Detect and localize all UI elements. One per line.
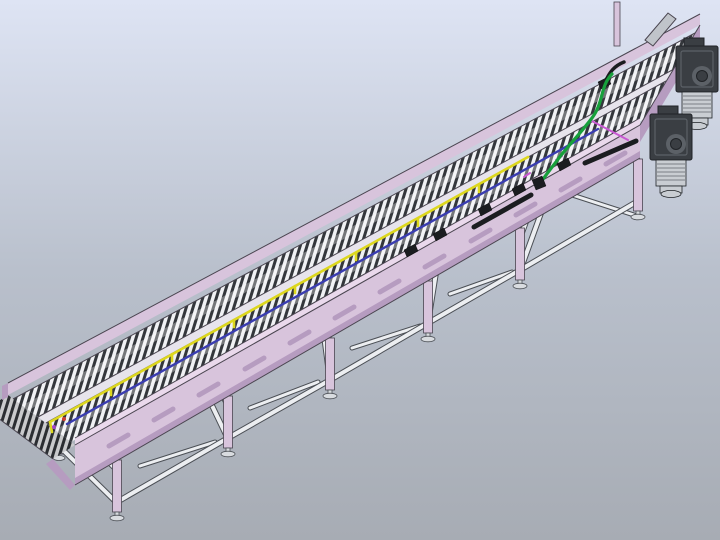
end-guard-post <box>614 2 620 46</box>
drive-motor-2 <box>650 106 692 198</box>
motor-end-cap <box>661 190 681 197</box>
cable-end-marker-red <box>62 417 66 421</box>
conveyor-3d-model[interactable] <box>0 0 720 540</box>
cable-end-marker-purple <box>52 425 56 429</box>
cad-viewport[interactable] <box>0 0 720 540</box>
